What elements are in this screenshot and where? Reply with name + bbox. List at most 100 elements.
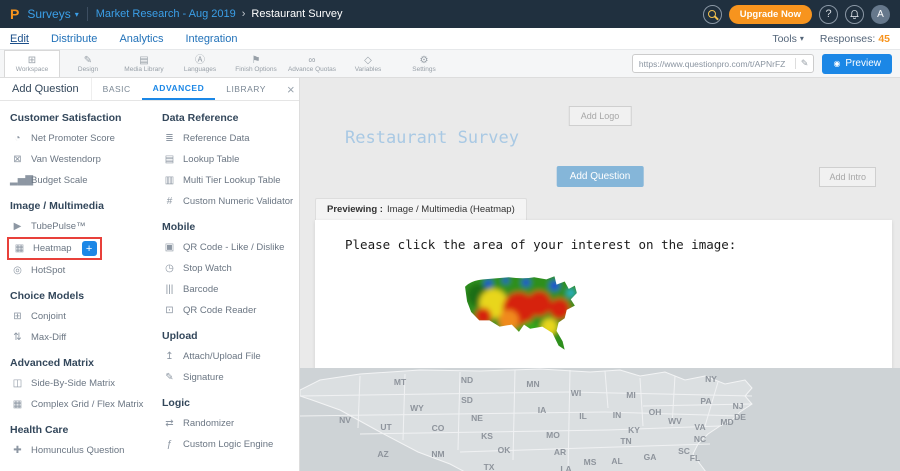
question-type-lookup-table[interactable]: ▤Lookup Table [162, 149, 239, 170]
map-state-ny[interactable]: NY [705, 374, 717, 384]
question-type-qr-code-reader[interactable]: ⊡QR Code Reader [162, 300, 256, 321]
tools-menu[interactable]: Tools ▾ [772, 33, 804, 45]
question-type-homunculus-question[interactable]: ✚Homunculus Question [10, 440, 124, 461]
toolbar-item-settings[interactable]: ⚙Settings [396, 50, 452, 77]
map-state-mt[interactable]: MT [394, 377, 406, 387]
responses-summary[interactable]: Responses:45 [820, 33, 890, 45]
upgrade-now-button[interactable]: Upgrade Now [729, 5, 812, 24]
question-type-van-westendorp[interactable]: ⊠Van Westendorp [10, 149, 101, 170]
map-state-il[interactable]: IL [579, 411, 587, 421]
add-logo-button[interactable]: Add Logo [569, 106, 632, 126]
add-intro-button[interactable]: Add Intro [819, 167, 876, 187]
map-state-sd[interactable]: SD [461, 395, 473, 405]
map-state-md[interactable]: MD [720, 417, 733, 427]
avatar[interactable]: A [871, 5, 890, 24]
map-state-az[interactable]: AZ [377, 449, 388, 459]
question-type-randomizer[interactable]: ⇄Randomizer [162, 413, 234, 434]
map-state-nd[interactable]: ND [461, 375, 473, 385]
question-type-custom-logic-engine[interactable]: ƒCustom Logic Engine [162, 434, 273, 455]
nav-tab-edit[interactable]: Edit [10, 33, 29, 45]
map-state-oh[interactable]: OH [649, 407, 662, 417]
add-question-button[interactable]: Add Question [557, 166, 644, 187]
questionpro-logo[interactable]: P [10, 7, 19, 21]
search-button[interactable] [703, 5, 722, 24]
usa-heatmap-image[interactable] [463, 272, 585, 354]
map-state-la[interactable]: LA [560, 464, 571, 471]
survey-title[interactable]: Restaurant Survey [345, 128, 519, 148]
map-state-ne[interactable]: NE [471, 413, 483, 423]
question-type-barcode[interactable]: |||Barcode [162, 279, 218, 300]
breadcrumb-project[interactable]: Market Research - Aug 2019 [96, 8, 236, 20]
map-state-wy[interactable]: WY [410, 403, 424, 413]
question-type-qr-code-like-dislike[interactable]: ▣QR Code - Like / Dislike [162, 237, 284, 258]
map-state-tn[interactable]: TN [620, 436, 631, 446]
panel-tab-advanced[interactable]: ADVANCED [142, 78, 216, 100]
edit-url-icon[interactable]: ✎ [795, 58, 814, 69]
map-state-in[interactable]: IN [613, 410, 622, 420]
close-panel-button[interactable]: × [277, 78, 305, 100]
map-state-nc[interactable]: NC [694, 434, 706, 444]
map-state-ok[interactable]: OK [498, 445, 511, 455]
question-type-conjoint[interactable]: ⊞Conjoint [10, 306, 66, 327]
nav-tab-distribute[interactable]: Distribute [51, 33, 97, 45]
question-type-side-by-side-matrix[interactable]: ◫Side-By-Side Matrix [10, 373, 115, 394]
map-state-de[interactable]: DE [734, 412, 746, 422]
map-state-mn[interactable]: MN [526, 379, 539, 389]
toolbar-item-advance-quotas[interactable]: ∞Advance Quotas [284, 50, 340, 77]
question-type-hotspot[interactable]: ◎HotSpot [10, 260, 65, 281]
surveys-menu[interactable]: Surveys ▾ [27, 7, 78, 21]
question-type-budget-scale[interactable]: ▂▅▇Budget Scale [10, 170, 88, 191]
map-state-ga[interactable]: GA [644, 452, 657, 462]
preview-button[interactable]: ◉ Preview [822, 54, 892, 74]
question-type-stop-watch[interactable]: ◷Stop Watch [162, 258, 232, 279]
question-type-reference-data[interactable]: ≣Reference Data [162, 128, 250, 149]
map-state-fl[interactable]: FL [690, 453, 700, 463]
map-state-nv[interactable]: NV [339, 415, 351, 425]
nav-tab-analytics[interactable]: Analytics [119, 33, 163, 45]
map-state-mi[interactable]: MI [626, 390, 635, 400]
toolbar-item-variables[interactable]: ◇Variables [340, 50, 396, 77]
map-state-nm[interactable]: NM [431, 449, 444, 459]
question-type-signature[interactable]: ✎Signature [162, 367, 224, 388]
map-state-ar[interactable]: AR [554, 447, 566, 457]
map-state-va[interactable]: VA [694, 422, 705, 432]
panel-tabs: BASICADVANCEDLIBRARY [92, 78, 277, 100]
toolbar-item-workspace[interactable]: ⊞Workspace [4, 50, 60, 77]
map-state-co[interactable]: CO [432, 423, 445, 433]
map-state-al[interactable]: AL [611, 456, 622, 466]
toolbar-item-design[interactable]: ✎Design [60, 50, 116, 77]
map-state-mo[interactable]: MO [546, 430, 560, 440]
signature-icon: ✎ [162, 372, 177, 383]
map-state-ks[interactable]: KS [481, 431, 493, 441]
help-button[interactable]: ? [819, 5, 838, 24]
panel-tab-library[interactable]: LIBRARY [215, 78, 277, 100]
panel-tab-basic[interactable]: BASIC [92, 78, 142, 100]
panel-section: Upload↥Attach/Upload File✎Signature [162, 330, 299, 388]
question-type-heatmap[interactable]: ▦Heatmap+ [7, 237, 102, 260]
map-state-wv[interactable]: WV [668, 416, 682, 426]
map-state-ia[interactable]: IA [538, 405, 547, 415]
map-state-wi[interactable]: WI [571, 388, 581, 398]
question-type-custom-numeric-validator[interactable]: #Custom Numeric Validator [162, 191, 293, 212]
question-type-complex-grid-flex-matrix[interactable]: ▦Complex Grid / Flex Matrix [10, 394, 143, 415]
question-type-attach-upload-file[interactable]: ↥Attach/Upload File [162, 346, 261, 367]
toolbar-item-media-library[interactable]: ▤Media Library [116, 50, 172, 77]
add-question-type-button[interactable]: + [82, 241, 97, 256]
notifications-button[interactable] [845, 5, 864, 24]
nav-tab-integration[interactable]: Integration [185, 33, 237, 45]
map-state-nj[interactable]: NJ [733, 401, 744, 411]
question-type-net-promoter-score[interactable]: ◔Net Promoter Score [10, 128, 115, 149]
toolbar-item-languages[interactable]: ⒶLanguages [172, 50, 228, 77]
map-state-pa[interactable]: PA [700, 396, 711, 406]
question-type-tubepulse[interactable]: ▶TubePulse™ [10, 216, 86, 237]
question-type-max-diff[interactable]: ⇅Max-Diff [10, 327, 66, 348]
toolbar-item-finish-options[interactable]: ⚑Finish Options [228, 50, 284, 77]
nav-tabs: Edit Distribute Analytics Integration [10, 33, 237, 45]
map-state-tx[interactable]: TX [484, 462, 495, 471]
question-type-multi-tier-lookup-table[interactable]: ▥Multi Tier Lookup Table [162, 170, 281, 191]
map-state-sc[interactable]: SC [678, 446, 690, 456]
map-state-ky[interactable]: KY [628, 425, 640, 435]
map-state-ms[interactable]: MS [584, 457, 597, 467]
survey-url-input[interactable] [633, 59, 795, 69]
map-state-ut[interactable]: UT [380, 422, 391, 432]
